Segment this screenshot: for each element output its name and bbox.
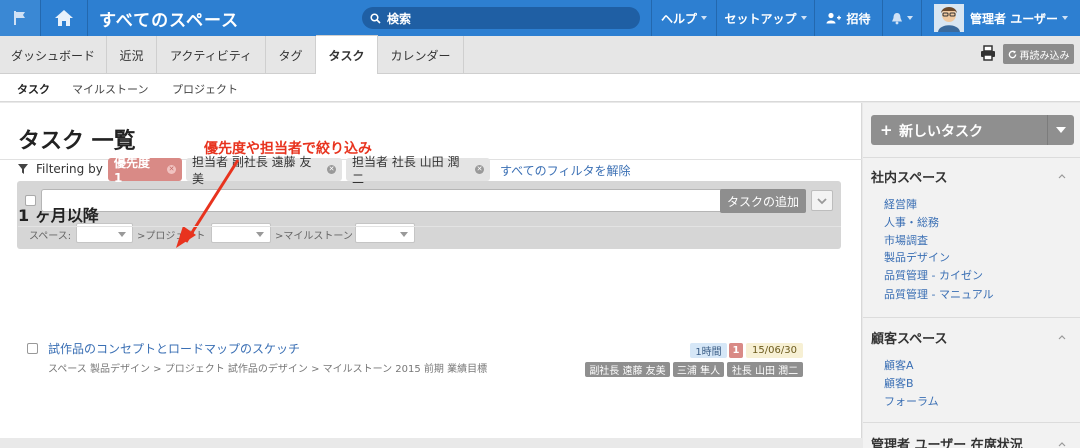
sub-navigation: タスク マイルストーン プロジェクト bbox=[0, 74, 1080, 102]
reload-label: 再読み込み bbox=[1019, 50, 1070, 62]
tab-calendar[interactable]: カレンダー bbox=[378, 36, 464, 74]
invite-button[interactable]: 招待 bbox=[815, 0, 882, 36]
filter-chip-assignee[interactable]: 担当者 副社長 遠藤 友美 ✕ bbox=[186, 155, 342, 186]
filter-box: タスクの追加 スペース: >プロジェクト >マイルストーン bbox=[17, 181, 841, 249]
internal-spaces-heading: 社内スペース bbox=[871, 171, 948, 186]
plus-icon: + bbox=[880, 121, 893, 139]
add-user-icon bbox=[826, 12, 842, 24]
close-icon[interactable]: ✕ bbox=[167, 165, 176, 174]
priority-badge: 1 bbox=[729, 343, 743, 358]
add-task-button[interactable]: タスクの追加 bbox=[720, 189, 806, 213]
reload-button[interactable]: 再読み込み bbox=[1003, 44, 1074, 64]
milestone-filter-label: >マイルストーン bbox=[275, 231, 353, 242]
tab-tasks[interactable]: タスク bbox=[316, 35, 378, 74]
flag-icon[interactable] bbox=[0, 0, 40, 36]
new-task-label: 新しいタスク bbox=[899, 124, 983, 140]
space-title[interactable]: すべてのスペース bbox=[99, 6, 239, 31]
search-icon bbox=[370, 12, 381, 24]
chevron-up-icon[interactable] bbox=[1058, 172, 1066, 180]
space-link[interactable]: 製品デザイン bbox=[884, 249, 950, 265]
tab-label: カレンダー bbox=[390, 48, 451, 63]
duration-badge: 1時間 bbox=[690, 343, 727, 358]
invite-label: 招待 bbox=[846, 11, 871, 26]
chevron-down-icon bbox=[800, 16, 807, 20]
filter-icon bbox=[18, 164, 28, 174]
chevron-down-icon bbox=[701, 16, 707, 20]
setup-label: セットアップ bbox=[724, 11, 797, 26]
space-link[interactable]: 顧客B bbox=[884, 375, 914, 391]
subnav-milestones[interactable]: マイルストーン bbox=[72, 81, 148, 97]
new-task-input[interactable] bbox=[41, 189, 731, 212]
tab-label: ダッシュボード bbox=[10, 48, 95, 63]
task-breadcrumb: スペース 製品デザイン > プロジェクト 試作品のデザイン > マイルストーン … bbox=[48, 364, 488, 375]
subnav-projects[interactable]: プロジェクト bbox=[172, 81, 238, 97]
space-link[interactable]: フォーラム bbox=[884, 393, 939, 409]
presence-heading: 管理者 ユーザー 在席状況 bbox=[871, 438, 1023, 448]
help-menu[interactable]: ヘルプ bbox=[652, 0, 716, 36]
new-task-dropdown[interactable] bbox=[1047, 115, 1074, 145]
add-task-dropdown[interactable] bbox=[811, 190, 833, 211]
chip-label: 担当者 副社長 遠藤 友美 bbox=[192, 154, 312, 186]
chevron-down-icon bbox=[907, 16, 913, 20]
search-input[interactable]: 検索 bbox=[362, 7, 640, 29]
tab-label: タスク bbox=[328, 48, 365, 63]
tab-tags[interactable]: タグ bbox=[266, 36, 316, 74]
task-checkbox[interactable] bbox=[27, 343, 38, 354]
assignee-badge: 社長 山田 潤二 bbox=[727, 362, 803, 377]
print-icon[interactable] bbox=[980, 45, 996, 61]
tab-label: 近況 bbox=[119, 48, 144, 63]
space-link[interactable]: 経営陣 bbox=[884, 196, 917, 212]
user-name: 管理者 ユーザー bbox=[970, 11, 1058, 26]
assignee-badge: 三浦 隼人 bbox=[673, 362, 724, 377]
home-icon[interactable] bbox=[41, 0, 87, 36]
tab-activity[interactable]: アクティビティ bbox=[157, 36, 266, 74]
project-filter-label: >プロジェクト bbox=[137, 231, 206, 242]
notifications-button[interactable] bbox=[883, 0, 921, 36]
section-heading: 1 ヶ月以降 bbox=[18, 206, 99, 225]
filtering-text: Filtering by bbox=[36, 162, 103, 176]
bell-icon bbox=[892, 12, 902, 24]
add-task-label: タスクの追加 bbox=[726, 194, 799, 209]
tab-label: アクティビティ bbox=[170, 48, 252, 63]
chip-label: 担当者 社長 山田 潤二 bbox=[352, 154, 460, 186]
chevron-up-icon[interactable] bbox=[1058, 440, 1066, 448]
chip-label: 優先度 1 bbox=[114, 156, 151, 185]
due-date-badge: 15/06/30 bbox=[746, 343, 803, 358]
search-placeholder: 検索 bbox=[387, 11, 412, 26]
task-title-link[interactable]: 試作品のコンセプトとロードマップのスケッチ bbox=[48, 340, 300, 357]
chevron-down-icon bbox=[817, 198, 827, 205]
filtering-label: Filtering by bbox=[18, 157, 103, 181]
space-link[interactable]: 顧客A bbox=[884, 357, 914, 373]
tab-bar: ダッシュボード 近況 アクティビティ タグ タスク カレンダー bbox=[0, 35, 1080, 74]
assignee-badge: 副社長 遠藤 友美 bbox=[585, 362, 670, 377]
space-link[interactable]: 品質管理 - マニュアル bbox=[884, 286, 994, 302]
top-navigation-bar: すべてのスペース 検索 ヘルプ セットアップ 招待 管理者 ユーザー bbox=[0, 0, 1080, 36]
space-link[interactable]: 人事・総務 bbox=[884, 214, 939, 230]
tab-recent[interactable]: 近況 bbox=[107, 36, 157, 74]
tab-label: タグ bbox=[278, 48, 303, 63]
user-menu[interactable]: 管理者 ユーザー bbox=[922, 0, 1080, 36]
filter-chip-assignee[interactable]: 担当者 社長 山田 潤二 ✕ bbox=[346, 155, 490, 186]
chevron-down-icon bbox=[1061, 16, 1068, 20]
space-link[interactable]: 品質管理 - カイゼン bbox=[884, 267, 983, 283]
close-icon[interactable]: ✕ bbox=[327, 165, 336, 174]
customer-spaces-heading: 顧客スペース bbox=[871, 332, 948, 347]
close-icon[interactable]: ✕ bbox=[475, 165, 484, 174]
chevron-up-icon[interactable] bbox=[1058, 333, 1066, 341]
space-link[interactable]: 市場調査 bbox=[884, 232, 928, 248]
avatar bbox=[934, 4, 965, 32]
help-label: ヘルプ bbox=[660, 11, 697, 26]
subnav-tasks[interactable]: タスク bbox=[17, 81, 50, 97]
new-task-button[interactable]: + 新しいタスク bbox=[871, 115, 1074, 145]
setup-menu[interactable]: セットアップ bbox=[717, 0, 814, 36]
refresh-icon bbox=[1008, 49, 1016, 58]
tab-dashboard[interactable]: ダッシュボード bbox=[0, 36, 107, 74]
page-title: タスク 一覧 bbox=[18, 129, 136, 154]
filter-chip-priority[interactable]: 優先度 1 ✕ bbox=[108, 156, 182, 185]
clear-filters-link[interactable]: すべてのフィルタを解除 bbox=[500, 162, 630, 179]
space-filter-label: スペース: bbox=[29, 231, 72, 242]
